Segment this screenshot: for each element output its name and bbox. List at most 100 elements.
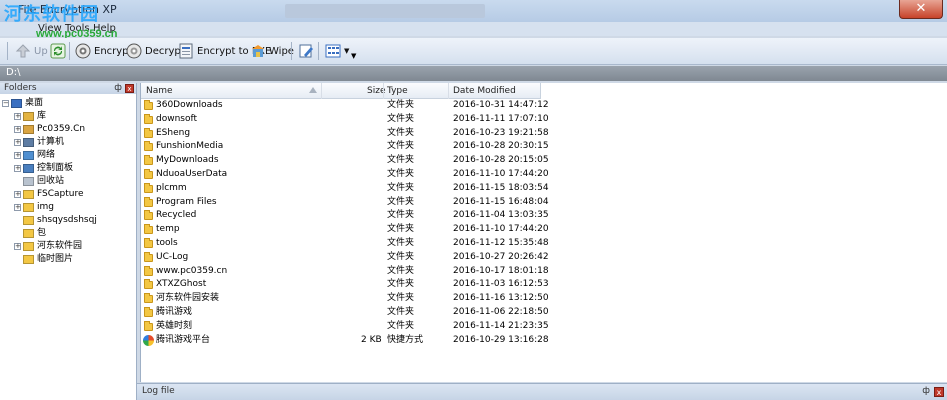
- expand-icon[interactable]: +: [14, 139, 21, 146]
- file-row[interactable]: tools 文件夹 2016-11-12 15:35:48: [141, 237, 947, 251]
- refresh-button[interactable]: [47, 41, 69, 61]
- collapse-icon[interactable]: −: [2, 100, 9, 107]
- wipe-button[interactable]: Wipe: [247, 41, 297, 61]
- pin-icon[interactable]: ф: [922, 386, 930, 396]
- file-type: 文件夹: [387, 210, 415, 221]
- chevron-down-icon[interactable]: ▼: [344, 47, 349, 55]
- file-row[interactable]: 腾讯游戏 文件夹 2016-11-06 22:18:50: [141, 306, 947, 320]
- tree-item-label: 计算机: [37, 137, 65, 147]
- tree-item[interactable]: + img: [0, 201, 136, 214]
- close-button[interactable]: ✕: [899, 0, 943, 19]
- file-type: 快捷方式: [387, 334, 424, 345]
- column-divider[interactable]: [321, 83, 322, 99]
- folders-pane-header: Folders ф x: [0, 83, 136, 94]
- file-date-modified: 2016-10-29 13:16:28: [453, 334, 549, 345]
- log-pane: Log file ф x: [137, 383, 947, 400]
- file-name: tools: [156, 237, 178, 248]
- up-button[interactable]: Up: [12, 41, 51, 61]
- file-row[interactable]: Program Files 文件夹 2016-11-15 16:48:04: [141, 196, 947, 210]
- file-row[interactable]: 英雄时刻 文件夹 2016-11-14 21:23:35: [141, 320, 947, 334]
- tree-item[interactable]: 包: [0, 227, 136, 240]
- tree-item-label: 包: [37, 228, 47, 238]
- folder-icon: [144, 251, 153, 262]
- file-type: 文件夹: [387, 279, 415, 290]
- file-row[interactable]: www.pc0359.cn 文件夹 2016-10-17 18:01:18: [141, 265, 947, 279]
- column-divider[interactable]: [448, 83, 449, 99]
- column-name[interactable]: Name: [146, 86, 173, 96]
- tree-item[interactable]: shsqysdshsqj: [0, 214, 136, 227]
- pin-icon[interactable]: ф: [114, 83, 122, 94]
- file-row[interactable]: UC-Log 文件夹 2016-10-27 20:26:42: [141, 251, 947, 265]
- folder-icon: [23, 203, 34, 212]
- file-type: 文件夹: [387, 293, 415, 304]
- column-type[interactable]: Type: [387, 86, 408, 96]
- tree-item[interactable]: + 控制面板: [0, 162, 136, 175]
- expand-icon[interactable]: +: [14, 126, 21, 133]
- file-row[interactable]: 腾讯游戏平台 2 KB 快捷方式 2016-10-29 13:16:28: [141, 334, 947, 348]
- edit-button[interactable]: [295, 41, 317, 61]
- tree-item[interactable]: + 库: [0, 110, 136, 123]
- toolbar-separator: [69, 42, 70, 60]
- folders-pane-close-button[interactable]: x: [125, 84, 134, 93]
- control-panel-icon: [23, 164, 34, 173]
- file-type: 文件夹: [387, 127, 415, 138]
- folder-icon: [144, 182, 153, 193]
- folder-tree: − 桌面 + 库 + Pc0359.Cn + 计算机 + 网络 + 控制面板 回收站 + FSCapture…: [0, 94, 136, 266]
- menu-bar: View Tools Help: [0, 22, 947, 36]
- file-row[interactable]: downsoft 文件夹 2016-11-11 17:07:10: [141, 113, 947, 127]
- file-row[interactable]: MyDownloads 文件夹 2016-10-28 20:15:05: [141, 154, 947, 168]
- encrypt-icon: [75, 43, 91, 59]
- view-mode-button[interactable]: ▼: [322, 41, 352, 61]
- file-type: 文件夹: [387, 320, 415, 331]
- folder-icon: [23, 216, 34, 225]
- folders-pane-title: Folders: [4, 83, 37, 93]
- file-type: 文件夹: [387, 155, 415, 166]
- file-row[interactable]: temp 文件夹 2016-11-10 17:44:20: [141, 223, 947, 237]
- expand-icon[interactable]: +: [14, 165, 21, 172]
- file-row[interactable]: plcmm 文件夹 2016-11-15 18:03:54: [141, 182, 947, 196]
- tree-item[interactable]: + Pc0359.Cn: [0, 123, 136, 136]
- tree-item[interactable]: 临时图片: [0, 253, 136, 266]
- log-pane-close-button[interactable]: x: [934, 387, 944, 397]
- file-name: XTXZGhost: [156, 279, 207, 290]
- file-type: 文件夹: [387, 182, 415, 193]
- tree-item-label: 临时图片: [37, 254, 74, 264]
- refresh-icon: [50, 43, 66, 59]
- column-divider[interactable]: [383, 83, 384, 99]
- tree-item-label: Pc0359.Cn: [37, 124, 86, 134]
- toolbar: Up Encrypt Decrypt Encrypt to EXE Wipe ▼…: [0, 38, 947, 65]
- file-name: temp: [156, 224, 180, 235]
- exe-icon: [178, 43, 194, 59]
- file-row[interactable]: 360Downloads 文件夹 2016-10-31 14:47:12: [141, 99, 947, 113]
- folder-icon: [144, 113, 153, 124]
- expand-icon[interactable]: +: [14, 152, 21, 159]
- file-date-modified: 2016-10-28 20:30:15: [453, 141, 549, 152]
- file-type: 文件夹: [387, 306, 415, 317]
- expand-icon[interactable]: +: [14, 243, 21, 250]
- column-date-modified[interactable]: Date Modified: [453, 86, 516, 96]
- file-date-modified: 2016-11-14 21:23:35: [453, 320, 549, 331]
- file-list-pane: Name Size Type Date Modified 360Download…: [140, 83, 947, 382]
- file-row[interactable]: 河东软件园安装 文件夹 2016-11-16 13:12:50: [141, 292, 947, 306]
- file-row[interactable]: ESheng 文件夹 2016-10-23 19:21:58: [141, 127, 947, 141]
- expand-icon[interactable]: +: [14, 191, 21, 198]
- folder-icon: [144, 237, 153, 248]
- tree-item[interactable]: + 计算机: [0, 136, 136, 149]
- folder-icon: [144, 210, 153, 221]
- file-row[interactable]: XTXZGhost 文件夹 2016-11-03 16:12:53: [141, 278, 947, 292]
- tree-item[interactable]: + 河东软件园: [0, 240, 136, 253]
- tree-item[interactable]: 回收站: [0, 175, 136, 188]
- file-row[interactable]: Recycled 文件夹 2016-11-04 13:03:35: [141, 209, 947, 223]
- tree-item[interactable]: − 桌面: [0, 97, 136, 110]
- file-name: 360Downloads: [156, 100, 223, 110]
- file-row[interactable]: NduoaUserData 文件夹 2016-11-10 17:44:20: [141, 168, 947, 182]
- file-date-modified: 2016-11-10 17:44:20: [453, 224, 549, 235]
- toolbar-overflow-icon[interactable]: ▼: [351, 52, 356, 60]
- expand-icon[interactable]: +: [14, 113, 21, 120]
- tree-item[interactable]: + FSCapture: [0, 188, 136, 201]
- user-icon: [23, 125, 34, 134]
- expand-icon[interactable]: +: [14, 204, 21, 211]
- file-row[interactable]: FunshionMedia 文件夹 2016-10-28 20:30:15: [141, 140, 947, 154]
- file-name: 腾讯游戏: [156, 306, 193, 317]
- tree-item[interactable]: + 网络: [0, 149, 136, 162]
